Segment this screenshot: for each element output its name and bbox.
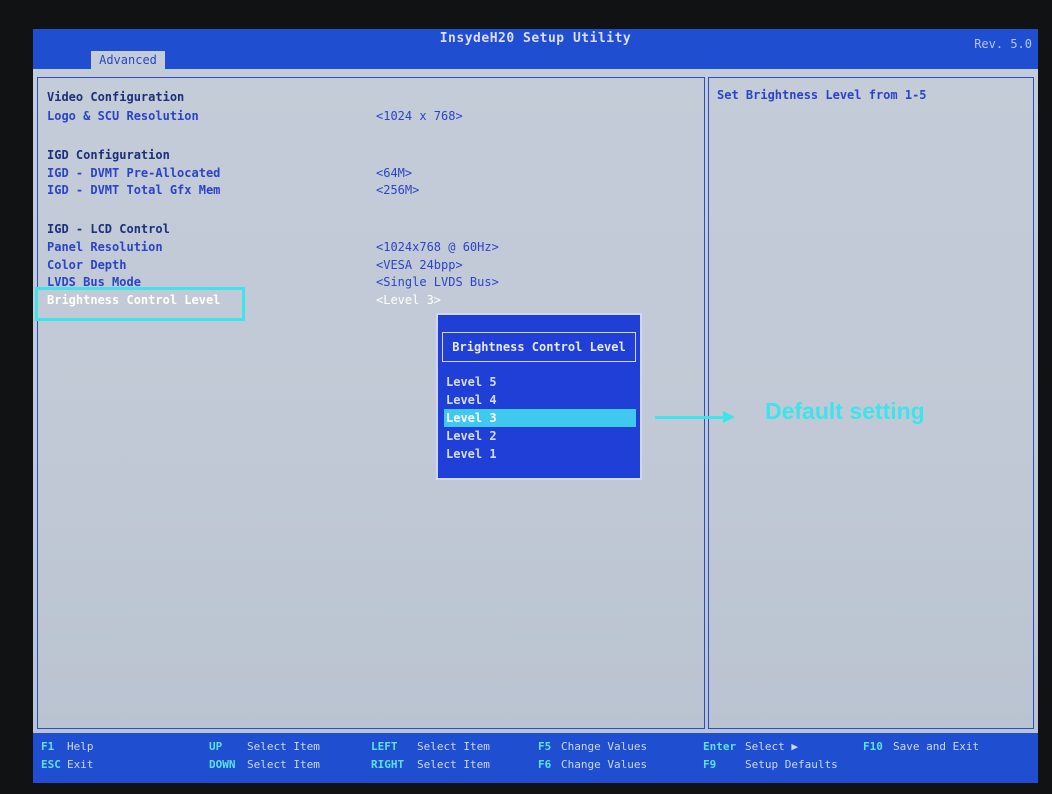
left-desc: Select Item [417,740,490,753]
enter-key: Enter [703,740,737,753]
dvmt-total-gfx-value[interactable]: <256M> [376,183,419,197]
esc-desc: Exit [67,758,94,771]
bios-screen: InsydeH20 Setup Utility Rev. 5.0 Advance… [33,29,1038,783]
f6-desc: Change Values [561,758,648,771]
f5-desc: Change Values [561,740,648,753]
f5-key: F5 [538,740,552,753]
brightness-control-value[interactable]: <Level 3> [376,293,441,307]
popup-option-level-4[interactable]: Level 4 [444,391,636,409]
up-key: UP [209,740,223,753]
color-depth-value[interactable]: <VESA 24bpp> [376,258,463,272]
f9-desc: Setup Defaults [745,758,838,771]
logo-scu-resolution-label[interactable]: Logo & SCU Resolution [47,109,199,123]
f9-key: F9 [703,758,717,771]
right-key: RIGHT [371,758,405,771]
f6-key: F6 [538,758,552,771]
f10-desc: Save and Exit [893,740,980,753]
dvmt-total-gfx-label[interactable]: IGD - DVMT Total Gfx Mem [47,183,220,197]
esc-key: ESC [41,758,61,771]
dvmt-preallocated-value[interactable]: <64M> [376,166,412,180]
up-desc: Select Item [247,740,320,753]
popup-title: Brightness Control Level [442,332,636,362]
title-bar: InsydeH20 Setup Utility Rev. 5.0 Advance… [33,29,1038,69]
footer-bar: F1 Help ESC Exit UP Select Item DOWN Sel… [33,733,1038,783]
logo-scu-resolution-value[interactable]: <1024 x 768> [376,109,463,123]
lvds-bus-mode-value[interactable]: <Single LVDS Bus> [376,275,499,289]
enter-desc: Select ▶ [745,740,798,753]
f10-key: F10 [863,740,883,753]
popup-option-level-3[interactable]: Level 3 [444,409,636,427]
popup-option-level-2[interactable]: Level 2 [444,427,636,445]
color-depth-label[interactable]: Color Depth [47,258,126,272]
arrow-right-icon [723,411,735,423]
lcd-control-heading: IGD - LCD Control [47,222,170,236]
video-config-heading: Video Configuration [47,90,185,104]
down-desc: Select Item [247,758,320,771]
down-key: DOWN [209,758,236,771]
brightness-popup: Brightness Control Level Level 5 Level 4… [436,313,642,480]
left-key: LEFT [371,740,398,753]
annotation-text: Default setting [765,398,925,424]
dvmt-preallocated-label[interactable]: IGD - DVMT Pre-Allocated [47,166,220,180]
igd-config-heading: IGD Configuration [47,148,170,162]
tab-advanced[interactable]: Advanced [91,51,165,69]
panel-resolution-label[interactable]: Panel Resolution [47,240,163,254]
popup-option-level-5[interactable]: Level 5 [444,373,636,391]
right-desc: Select Item [417,758,490,771]
f1-desc: Help [67,740,94,753]
annotation-arrow-line [655,416,727,419]
annotation-highlight-box [35,287,245,321]
popup-option-level-1[interactable]: Level 1 [444,445,636,463]
f1-key: F1 [41,740,55,753]
revision-label: Rev. 5.0 [974,37,1032,51]
help-text: Set Brightness Level from 1-5 [717,88,927,102]
panel-resolution-value[interactable]: <1024x768 @ 60Hz> [376,240,499,254]
app-title: InsydeH20 Setup Utility [439,31,632,46]
